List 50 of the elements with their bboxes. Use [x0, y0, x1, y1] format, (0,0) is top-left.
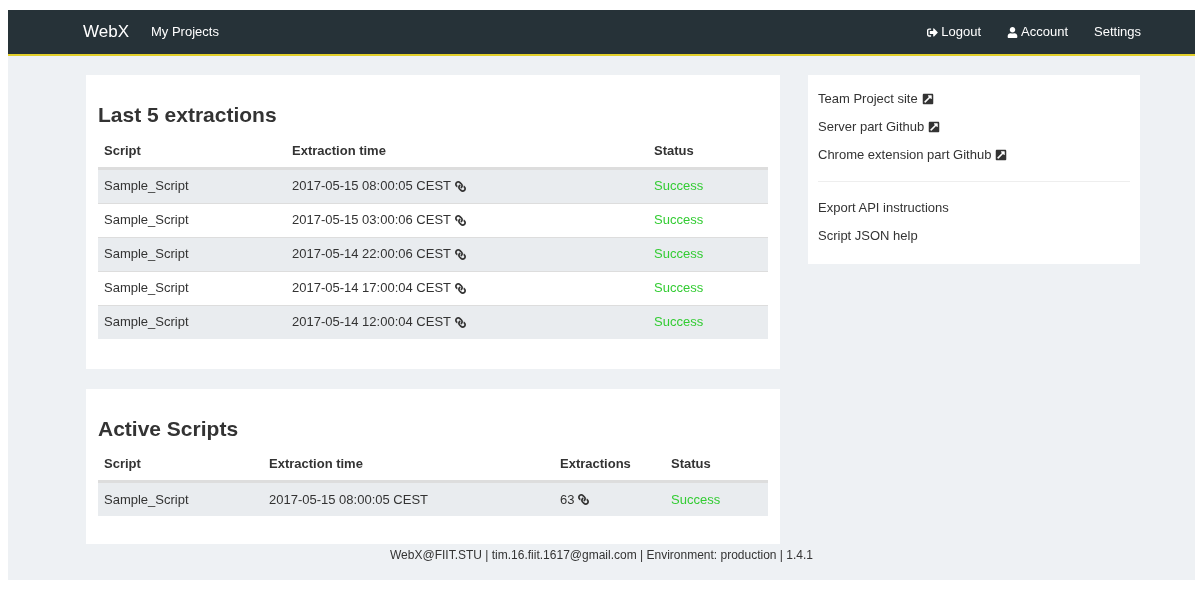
- table-cell-text: 2017-05-15 03:00:06 CEST: [292, 211, 451, 230]
- external-link[interactable]: Chrome extension part Github: [818, 145, 992, 165]
- table-cell-text: 2017-05-15 08:00:05 CEST: [269, 490, 428, 509]
- column-header: Status: [670, 455, 712, 474]
- column-header: Script: [103, 455, 142, 474]
- link-icon[interactable]: [455, 282, 466, 294]
- footer-text: WebX@FIIT.STU | tim.16.fiit.1617@gmail.com | Environment: production | 1.4.1: [389, 547, 814, 564]
- status-text: Success: [654, 313, 704, 332]
- table-cell-text: Sample_Script: [104, 490, 189, 509]
- help-link[interactable]: Script JSON help: [818, 226, 918, 246]
- column-header: Extractions: [559, 455, 632, 474]
- external-link-icon[interactable]: [921, 93, 934, 105]
- nav-link[interactable]: Logout: [927, 22, 982, 42]
- help-link[interactable]: Export API instructions: [818, 198, 949, 218]
- status-text: Success: [671, 490, 721, 509]
- table-cell-text: Sample_Script: [104, 177, 189, 196]
- card-title: Last 5 extractions: [98, 102, 278, 128]
- table-cell-text: Sample_Script: [104, 211, 189, 230]
- link-icon[interactable]: [455, 316, 466, 328]
- column-header: Status: [653, 141, 695, 160]
- table-cell-text: 63: [560, 490, 575, 509]
- nav-link[interactable]: My Projects: [151, 22, 219, 42]
- external-link[interactable]: Server part Github: [818, 117, 925, 137]
- link-icon[interactable]: [455, 248, 466, 260]
- card-title: Active Scripts: [98, 415, 240, 442]
- link-icon[interactable]: [455, 180, 466, 192]
- nav-link[interactable]: Settings: [1094, 22, 1141, 42]
- status-text: Success: [654, 211, 704, 230]
- status-text: Success: [654, 279, 704, 298]
- logout-icon: [927, 26, 939, 38]
- user-icon: [1007, 26, 1019, 38]
- status-text: Success: [654, 245, 704, 264]
- brand-logo[interactable]: WebX: [83, 19, 129, 45]
- column-header: Script: [103, 141, 142, 160]
- table-cell-text: 2017-05-14 17:00:04 CEST: [292, 279, 451, 298]
- column-header: Extraction time: [291, 141, 387, 160]
- status-text: Success: [654, 177, 704, 196]
- table-cell-text: 2017-05-14 12:00:04 CEST: [292, 313, 451, 332]
- table-cell-text: Sample_Script: [104, 313, 189, 332]
- external-link-icon[interactable]: [995, 149, 1008, 161]
- table-cell-text: Sample_Script: [104, 245, 189, 264]
- external-link-icon[interactable]: [928, 121, 941, 133]
- table-cell-text: Sample_Script: [104, 279, 189, 298]
- table-cell-text: 2017-05-15 08:00:05 CEST: [292, 177, 451, 196]
- link-icon[interactable]: [578, 494, 590, 505]
- nav-link[interactable]: Account: [1007, 22, 1068, 42]
- external-link[interactable]: Team Project site: [818, 89, 918, 109]
- link-icon[interactable]: [455, 214, 466, 226]
- column-header: Extraction time: [268, 455, 364, 474]
- table-cell-text: 2017-05-14 22:00:06 CEST: [292, 245, 451, 264]
